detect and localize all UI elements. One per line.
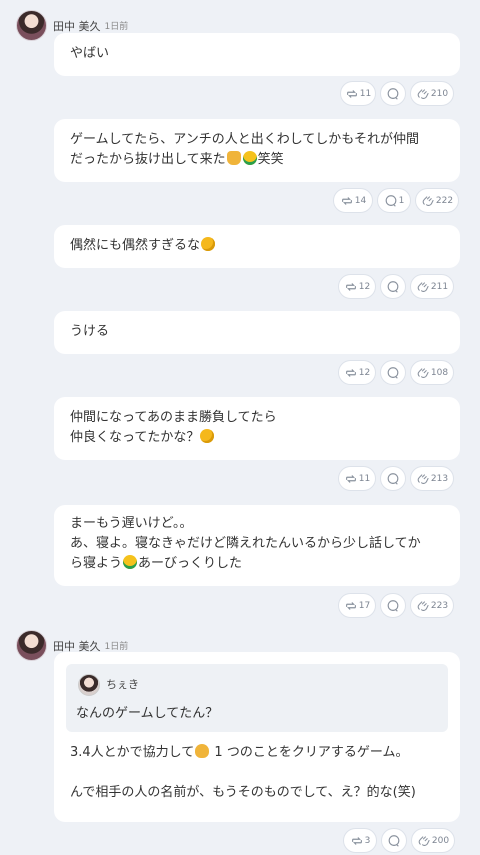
message-text: あ、寝よ。寝なきゃだけど隣えれたんいるから少し話してか	[70, 536, 421, 551]
clap-icon	[417, 600, 429, 611]
repost-button[interactable]: 11	[340, 81, 376, 106]
reply-icon	[387, 599, 399, 612]
message-bubble: まーもう遅いけど。。 あ、寝よ。寝なきゃだけど隣えれたんいるから少し話してか ら…	[54, 505, 460, 586]
repost-icon	[345, 474, 356, 483]
message-text: やばい	[70, 46, 110, 61]
post-time: 1日前	[104, 22, 129, 32]
reaction-bar: 11 213	[338, 466, 454, 491]
quote-avatar	[78, 674, 100, 696]
reaction-bar: 17 223	[338, 593, 454, 618]
repost-icon	[341, 196, 352, 205]
reply-button[interactable]	[380, 466, 406, 491]
message-text: 仲間になってあのまま勝負してたら	[70, 410, 277, 425]
clap-button[interactable]: 222	[415, 188, 459, 213]
reply-button[interactable]	[380, 593, 406, 618]
repost-icon	[351, 836, 362, 845]
repost-icon	[345, 368, 356, 377]
message-text: うける	[70, 324, 110, 339]
message-bubble: ちぇき なんのゲームしてたん？ 3.4人とかで協力して 1 つのことをクリアする…	[54, 652, 460, 822]
repost-button[interactable]: 3	[343, 828, 377, 853]
repost-button[interactable]: 17	[338, 593, 376, 618]
reply-icon	[388, 834, 400, 847]
message-text-line: だったから抜け出して来た 笑笑	[70, 151, 284, 167]
message-text-line: 3.4人とかで協力して 1 つのことをクリアするゲーム。	[70, 744, 409, 760]
clap-icon	[417, 281, 429, 292]
message-text-line: 仲良くなってたかな？	[70, 428, 444, 448]
grin-emoji	[242, 151, 257, 165]
clap-button[interactable]: 210	[410, 81, 454, 106]
repost-button[interactable]: 11	[338, 466, 376, 491]
repost-button[interactable]: 12	[338, 360, 376, 385]
message-bubble: ゲームしてたら、アンチの人と出くわしてしかもそれが仲間 だったから抜け出して来た…	[54, 119, 460, 182]
reply-icon	[387, 366, 399, 379]
clap-button[interactable]: 108	[410, 360, 454, 385]
clap-icon	[418, 835, 430, 846]
quote-text: なんのゲームしてたん？	[76, 706, 219, 721]
quote-author-name: ちぇき	[106, 678, 139, 691]
reply-button[interactable]	[380, 360, 406, 385]
clap-icon	[422, 195, 434, 206]
repost-icon	[346, 89, 357, 98]
author-name[interactable]: 田中 美久	[53, 18, 101, 34]
quote-header: ちぇき	[78, 674, 436, 696]
yellow-heart-emoji	[195, 744, 210, 758]
reply-button[interactable]	[380, 274, 406, 299]
message-text-line: ら寝よう あーびっくりした	[70, 555, 243, 571]
thinking-emoji	[200, 429, 215, 443]
message-text-line: 偶然にも偶然すぎるな	[70, 236, 444, 256]
clap-icon	[417, 367, 429, 378]
message-body: 3.4人とかで協力して 1 つのことをクリアするゲーム。 んで相手の人の名前が、…	[70, 743, 444, 803]
thinking-emoji	[201, 237, 216, 251]
avatar[interactable]	[16, 10, 47, 41]
reaction-bar: 14 1 222	[333, 188, 459, 213]
repost-icon	[345, 282, 356, 291]
message-text: まーもう遅いけど。。	[70, 516, 193, 531]
repost-icon	[345, 601, 356, 610]
message-bubble: 仲間になってあのまま勝負してたら 仲良くなってたかな？	[54, 397, 460, 460]
message-text: んで相手の人の名前が、もうそのものでして、え？的な(笑)	[70, 785, 416, 800]
reaction-bar: 11 210	[340, 81, 454, 106]
clap-icon	[417, 88, 429, 99]
clap-icon	[417, 473, 429, 484]
reply-icon	[387, 87, 399, 100]
clap-button[interactable]: 200	[411, 828, 455, 853]
message-bubble: やばい	[54, 33, 460, 76]
clap-button[interactable]: 211	[410, 274, 454, 299]
reply-icon	[387, 280, 399, 293]
reply-button[interactable]	[380, 81, 406, 106]
message-text: ゲームしてたら、アンチの人と出くわしてしかもそれが仲間	[70, 132, 420, 147]
hand-emoji	[226, 151, 241, 165]
repost-button[interactable]: 14	[333, 188, 373, 213]
reaction-bar: 12 108	[338, 360, 454, 385]
reply-button[interactable]: 1	[377, 188, 411, 213]
message-bubble: うける	[54, 311, 460, 354]
message-text	[70, 763, 444, 783]
post-time: 1日前	[104, 642, 129, 652]
clap-button[interactable]: 213	[410, 466, 454, 491]
reaction-bar: 12 211	[338, 274, 454, 299]
avatar[interactable]	[16, 630, 47, 661]
reaction-bar: 3 200	[343, 828, 455, 853]
message-bubble: 偶然にも偶然すぎるな	[54, 225, 460, 268]
reply-icon	[385, 194, 397, 207]
grin-emoji	[123, 555, 138, 569]
quoted-message[interactable]: ちぇき なんのゲームしてたん？	[66, 664, 448, 732]
reply-icon	[387, 472, 399, 485]
repost-button[interactable]: 12	[338, 274, 376, 299]
clap-button[interactable]: 223	[410, 593, 454, 618]
reply-button[interactable]	[381, 828, 407, 853]
